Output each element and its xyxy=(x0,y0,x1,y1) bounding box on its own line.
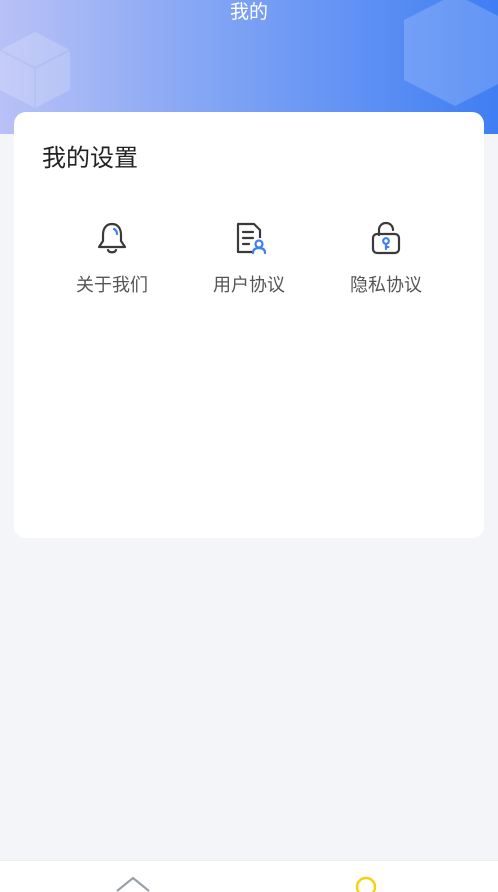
user-agreement-label: 用户协议 xyxy=(213,275,285,296)
document-user-icon xyxy=(236,222,267,255)
about-us-label: 关于我们 xyxy=(76,275,148,296)
settings-title: 我的设置 xyxy=(42,144,138,172)
lock-icon xyxy=(371,221,401,255)
user-agreement-item[interactable]: 用户协议 xyxy=(179,218,319,298)
settings-card: 我的设置 关于我们 用户协议 隐私协议 xyxy=(14,112,484,538)
tab-bar xyxy=(0,860,498,892)
about-us-item[interactable]: 关于我们 xyxy=(42,218,182,298)
bell-icon xyxy=(97,222,127,254)
home-icon[interactable] xyxy=(113,875,153,892)
profile-icon[interactable] xyxy=(346,875,386,892)
privacy-agreement-label: 隐私协议 xyxy=(350,275,422,296)
page-title: 我的 xyxy=(229,1,268,23)
privacy-agreement-item[interactable]: 隐私协议 xyxy=(316,218,456,298)
decorative-cube-left xyxy=(0,32,71,108)
